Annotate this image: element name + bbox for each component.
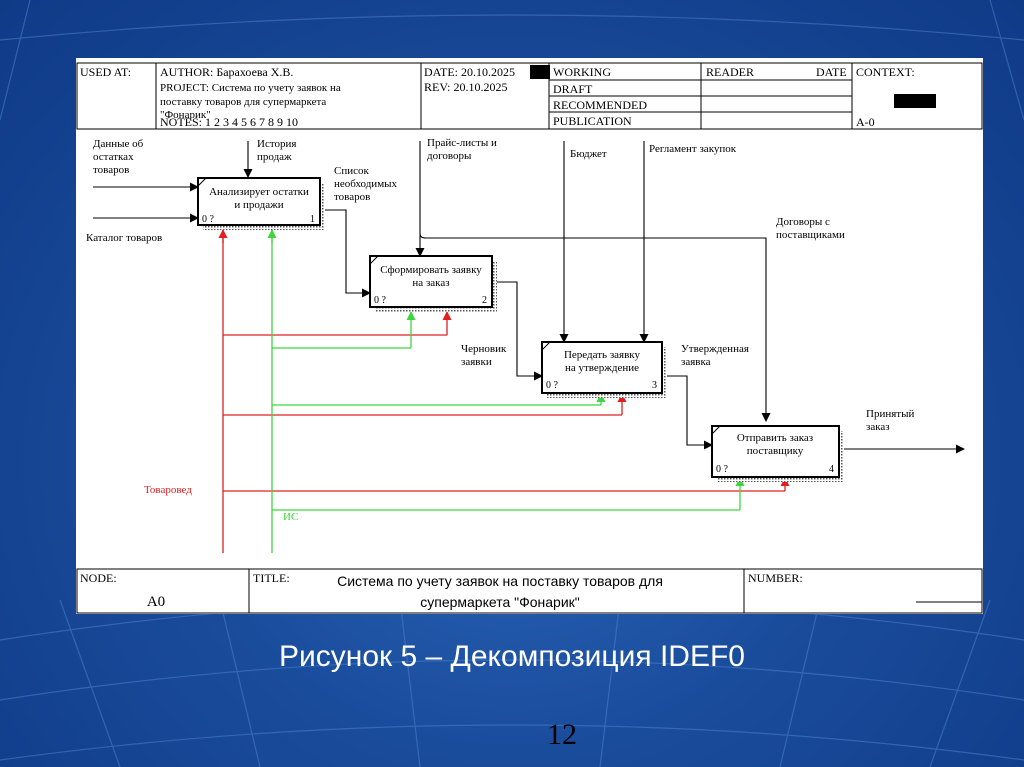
box4-number: 4: [829, 464, 834, 475]
box2-cost: 0 ?: [374, 295, 387, 306]
activity-box-2[interactable]: Сформировать заявку на заказ 0 ? 2: [369, 255, 497, 312]
label-data-remains-3: товаров: [93, 164, 129, 176]
title-line2: супермаркета "Фонарик": [420, 594, 580, 610]
label-data-remains-1: Данные об: [93, 138, 144, 150]
label-budget: Бюджет: [570, 148, 607, 160]
mechanism-is-lines: [271, 230, 745, 553]
working-status-marker: [530, 65, 550, 79]
context-thumbnail: [894, 94, 936, 108]
label-sales-history-1: История: [257, 138, 296, 150]
author-field: AUTHOR: Барахоева Х.В.: [160, 65, 293, 79]
date-field: DATE: 20.10.2025: [424, 65, 515, 79]
label-accepted-order-2: заказ: [866, 421, 890, 433]
box1-cost: 0 ?: [202, 214, 215, 225]
label-needed-list-1: Список: [334, 165, 369, 177]
box3-label-line2: на утверждение: [565, 362, 639, 374]
label-data-remains-2: остатках: [93, 151, 134, 163]
box3-label-line1: Передать заявку: [564, 349, 641, 361]
activity-box-1[interactable]: Анализирует остатки и продажи 0 ? 1: [197, 177, 325, 230]
box3-number: 3: [652, 380, 657, 391]
label-merchandiser: Товаровед: [144, 484, 192, 496]
reader-date-label: DATE: [816, 65, 847, 79]
status-draft: DRAFT: [553, 82, 593, 96]
box4-cost: 0 ?: [716, 464, 729, 475]
node-label: NODE:: [80, 571, 117, 585]
label-price-lists-1: Прайс-листы и: [427, 137, 497, 149]
label-supplier-contracts-1: Договоры с: [776, 216, 830, 228]
box1-label-line1: Анализирует остатки: [209, 186, 309, 198]
label-approved-request-2: заявка: [681, 356, 711, 368]
label-sales-history-2: продаж: [257, 151, 292, 163]
reader-label: READER: [706, 65, 754, 79]
box2-label-line1: Сформировать заявку: [380, 264, 482, 276]
status-publication: PUBLICATION: [553, 114, 632, 128]
rev-field: REV: 20.10.2025: [424, 80, 507, 94]
figure-caption: Рисунок 5 – Декомпозиция IDEF0: [279, 640, 745, 673]
box2-number: 2: [482, 295, 487, 306]
box4-label-line2: поставщику: [747, 445, 804, 457]
box1-label-line2: и продажи: [234, 199, 283, 211]
label-needed-list-2: необходимых: [334, 178, 398, 190]
title-label: TITLE:: [253, 571, 290, 585]
node-value: A0: [147, 594, 165, 610]
label-is: ИС: [283, 511, 298, 523]
project-line1: PROJECT: Система по учету заявок на: [160, 82, 341, 94]
notes-field: NOTES: 1 2 3 4 5 6 7 8 9 10: [160, 115, 298, 129]
context-node: A-0: [856, 115, 875, 129]
number-label: NUMBER:: [748, 571, 803, 585]
used-at-label: USED AT:: [80, 65, 131, 79]
status-working: WORKING: [553, 65, 611, 79]
idef0-diagram: USED AT: AUTHOR: Барахоева Х.В. PROJECT:…: [76, 62, 983, 614]
box2-label-line2: на заказ: [412, 277, 449, 289]
page-number: 12: [547, 718, 577, 751]
activity-box-3[interactable]: Передать заявку на утверждение 0 ? 3: [541, 341, 667, 398]
label-procurement-rules: Регламент закупок: [649, 143, 737, 155]
project-line2: поставку товаров для супермаркета: [160, 96, 326, 108]
activity-box-4[interactable]: Отправить заказ поставщику 0 ? 4: [711, 425, 844, 482]
label-draft-requests-1: Черновик: [461, 343, 507, 355]
label-supplier-contracts-2: поставщиками: [776, 229, 845, 241]
label-accepted-order-1: Принятый: [866, 408, 914, 420]
title-line1: Система по учету заявок на поставку това…: [337, 573, 663, 589]
label-approved-request-1: Утвержденная: [681, 343, 749, 355]
idef0-diagram-sheet: USED AT: AUTHOR: Барахоева Х.В. PROJECT:…: [76, 58, 983, 614]
box4-label-line1: Отправить заказ: [737, 432, 813, 444]
label-draft-requests-2: заявки: [461, 356, 492, 368]
label-price-lists-2: договоры: [427, 150, 472, 162]
status-recommended: RECOMMENDED: [553, 98, 647, 112]
context-label: CONTEXT:: [856, 65, 915, 79]
box1-number: 1: [310, 214, 315, 225]
mechanism-merchandiser-lines: [222, 230, 790, 553]
label-needed-list-3: товаров: [334, 191, 370, 203]
box3-cost: 0 ?: [546, 380, 559, 391]
label-catalog: Каталог товаров: [86, 232, 162, 244]
